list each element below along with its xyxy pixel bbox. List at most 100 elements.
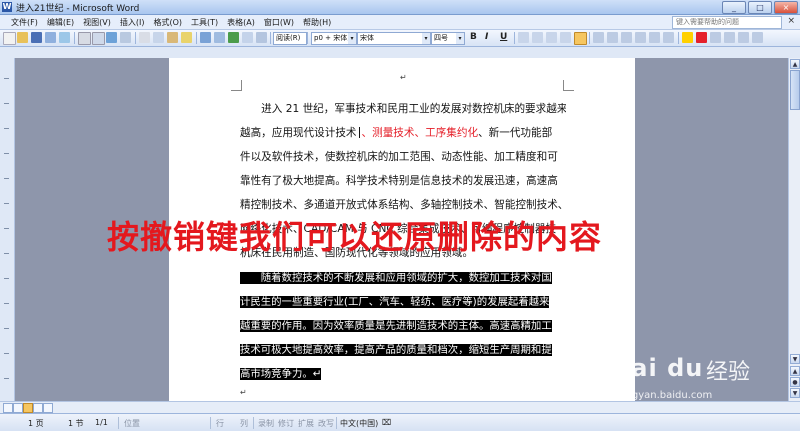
help-search-input[interactable]: 键入需要帮助的问题 — [672, 16, 782, 29]
horizontal-ruler[interactable] — [0, 47, 800, 58]
vertical-scrollbar[interactable]: ▲ ▼ ▲ ● ▼ — [788, 58, 800, 401]
distributed-align-icon[interactable] — [574, 32, 587, 45]
char-shading-icon[interactable] — [724, 32, 735, 43]
red-text: 、测量技术、工序集约化 — [361, 127, 479, 139]
menu-format[interactable]: 格式(O) — [150, 16, 185, 29]
char-border-icon[interactable] — [710, 32, 721, 43]
chevron-down-icon[interactable]: ▾ — [348, 33, 356, 44]
status-line: 行 — [216, 419, 224, 428]
research-icon[interactable] — [120, 32, 131, 43]
print-layout-icon[interactable] — [23, 403, 33, 413]
menu-tools[interactable]: 工具(T) — [188, 16, 221, 29]
chevron-down-icon[interactable]: ▾ — [422, 33, 430, 44]
chevron-down-icon[interactable]: ▾ — [456, 33, 464, 44]
increase-indent-icon[interactable] — [649, 32, 660, 43]
status-overtype[interactable]: 改写 — [318, 418, 334, 429]
redo-icon[interactable] — [214, 32, 225, 43]
style-select-value: p0 + 宋体, — [314, 34, 350, 42]
maximize-button[interactable]: □ — [748, 1, 772, 14]
underline-button[interactable]: U — [500, 32, 507, 42]
previous-page-icon[interactable]: ▲ — [790, 366, 800, 376]
align-left-icon[interactable] — [518, 32, 529, 43]
tutorial-caption: 按撤销键我们可以还原删除的内容 — [107, 218, 603, 256]
status-bar: 1 页 1 节 1/1 位置 行 列 录制 修订 扩展 改写 中文(中国) ⌧ — [0, 413, 800, 431]
font-size-value: 四号 — [434, 34, 448, 42]
save-icon[interactable] — [31, 32, 42, 43]
document-close-icon[interactable]: × — [787, 16, 795, 26]
status-record[interactable]: 录制 — [258, 418, 274, 429]
scroll-down-icon[interactable]: ▼ — [790, 354, 800, 364]
permission-icon[interactable] — [45, 32, 56, 43]
selected-paragraph[interactable]: 随着数控技术的不断发展和应用领域的扩大，数控加工技术对国 计民生的一些重要行业(… — [240, 266, 568, 386]
print-icon[interactable] — [78, 32, 91, 45]
scroll-up-icon[interactable]: ▲ — [790, 59, 800, 69]
style-select[interactable]: p0 + 宋体, ▾ — [311, 32, 357, 45]
bullets-icon[interactable] — [621, 32, 632, 43]
font-size-select[interactable]: 四号 ▾ — [431, 32, 465, 45]
spelling-status-icon[interactable]: ⌧ — [382, 418, 391, 427]
menu-edit[interactable]: 编辑(E) — [44, 16, 77, 29]
word-window: W 进入21世纪 - Microsoft Word _ □ × 文件(F) 编辑… — [0, 0, 800, 431]
selected-line: 随着数控技术的不断发展和应用领域的扩大，数控加工技术对国 — [240, 272, 552, 284]
justify-icon[interactable] — [560, 32, 571, 43]
web-view-icon[interactable] — [13, 403, 23, 413]
border-icon[interactable] — [663, 32, 674, 43]
status-language[interactable]: 中文(中国) — [340, 418, 378, 429]
close-button[interactable]: × — [774, 1, 798, 14]
reading-mode-button[interactable]: 阅读(R) — [273, 32, 307, 45]
decrease-indent-icon[interactable] — [635, 32, 646, 43]
status-extend[interactable]: 扩展 — [298, 418, 314, 429]
normal-view-icon[interactable] — [3, 403, 13, 413]
menu-bar: 文件(F) 编辑(E) 视图(V) 插入(I) 格式(O) 工具(T) 表格(A… — [0, 15, 800, 30]
open-folder-icon[interactable] — [17, 32, 28, 43]
new-document-icon[interactable] — [3, 32, 16, 45]
scroll-thumb[interactable] — [790, 70, 800, 110]
email-icon[interactable] — [59, 32, 70, 43]
font-select-value: 宋体 — [360, 34, 374, 42]
undo-icon[interactable] — [200, 32, 211, 43]
reading-view-icon[interactable] — [43, 403, 53, 413]
menu-help[interactable]: 帮助(H) — [300, 16, 334, 29]
paste-icon[interactable] — [167, 32, 178, 43]
format-painter-icon[interactable] — [181, 32, 192, 43]
columns-icon[interactable] — [256, 32, 267, 43]
menu-insert[interactable]: 插入(I) — [117, 16, 148, 29]
browse-object-icon[interactable]: ● — [790, 377, 800, 387]
toolbar: 阅读(R) p0 + 宋体, ▾ 宋体 ▾ 四号 ▾ B I U — [0, 30, 800, 47]
highlight-icon[interactable] — [682, 32, 693, 43]
selected-line: 越重要的作用。因为效率质量是先进制造技术的主体。高速高精加工 — [240, 320, 552, 332]
paragraph-mark: ↵ — [400, 73, 407, 82]
align-center-icon[interactable] — [532, 32, 543, 43]
numbering-icon[interactable] — [607, 32, 618, 43]
vertical-ruler[interactable] — [0, 58, 15, 401]
status-section: 1 节 — [68, 419, 84, 428]
menu-view[interactable]: 视图(V) — [80, 16, 114, 29]
paragraph-mark: ↵ — [240, 388, 247, 397]
horizontal-scrollbar[interactable] — [0, 401, 800, 413]
crop-mark — [563, 80, 574, 91]
align-right-icon[interactable] — [546, 32, 557, 43]
status-revision[interactable]: 修订 — [278, 418, 294, 429]
minimize-button[interactable]: _ — [722, 1, 746, 14]
font-color-icon[interactable] — [696, 32, 707, 43]
bold-button[interactable]: B — [470, 32, 477, 42]
word-app-icon[interactable]: W — [2, 2, 12, 12]
outline-view-icon[interactable] — [33, 403, 43, 413]
phonetic-guide-icon[interactable] — [738, 32, 749, 43]
italic-button[interactable]: I — [485, 32, 488, 42]
menu-table[interactable]: 表格(A) — [224, 16, 258, 29]
print-preview-icon[interactable] — [92, 32, 105, 45]
table-icon[interactable] — [242, 32, 253, 43]
enclose-char-icon[interactable] — [752, 32, 763, 43]
menu-window[interactable]: 窗口(W) — [261, 16, 297, 29]
selected-line: 计民生的一些重要行业(工厂、汽车、轻纺、医疗等)的发展起着越来 — [240, 296, 550, 308]
next-page-icon[interactable]: ▼ — [790, 388, 800, 398]
copy-icon[interactable] — [153, 32, 164, 43]
cut-icon[interactable] — [139, 32, 150, 43]
spelling-icon[interactable] — [106, 32, 117, 43]
line-spacing-icon[interactable] — [593, 32, 604, 43]
hyperlink-icon[interactable] — [228, 32, 239, 43]
menu-file[interactable]: 文件(F) — [8, 16, 41, 29]
text-cursor — [358, 127, 360, 138]
font-select[interactable]: 宋体 ▾ — [357, 32, 431, 45]
